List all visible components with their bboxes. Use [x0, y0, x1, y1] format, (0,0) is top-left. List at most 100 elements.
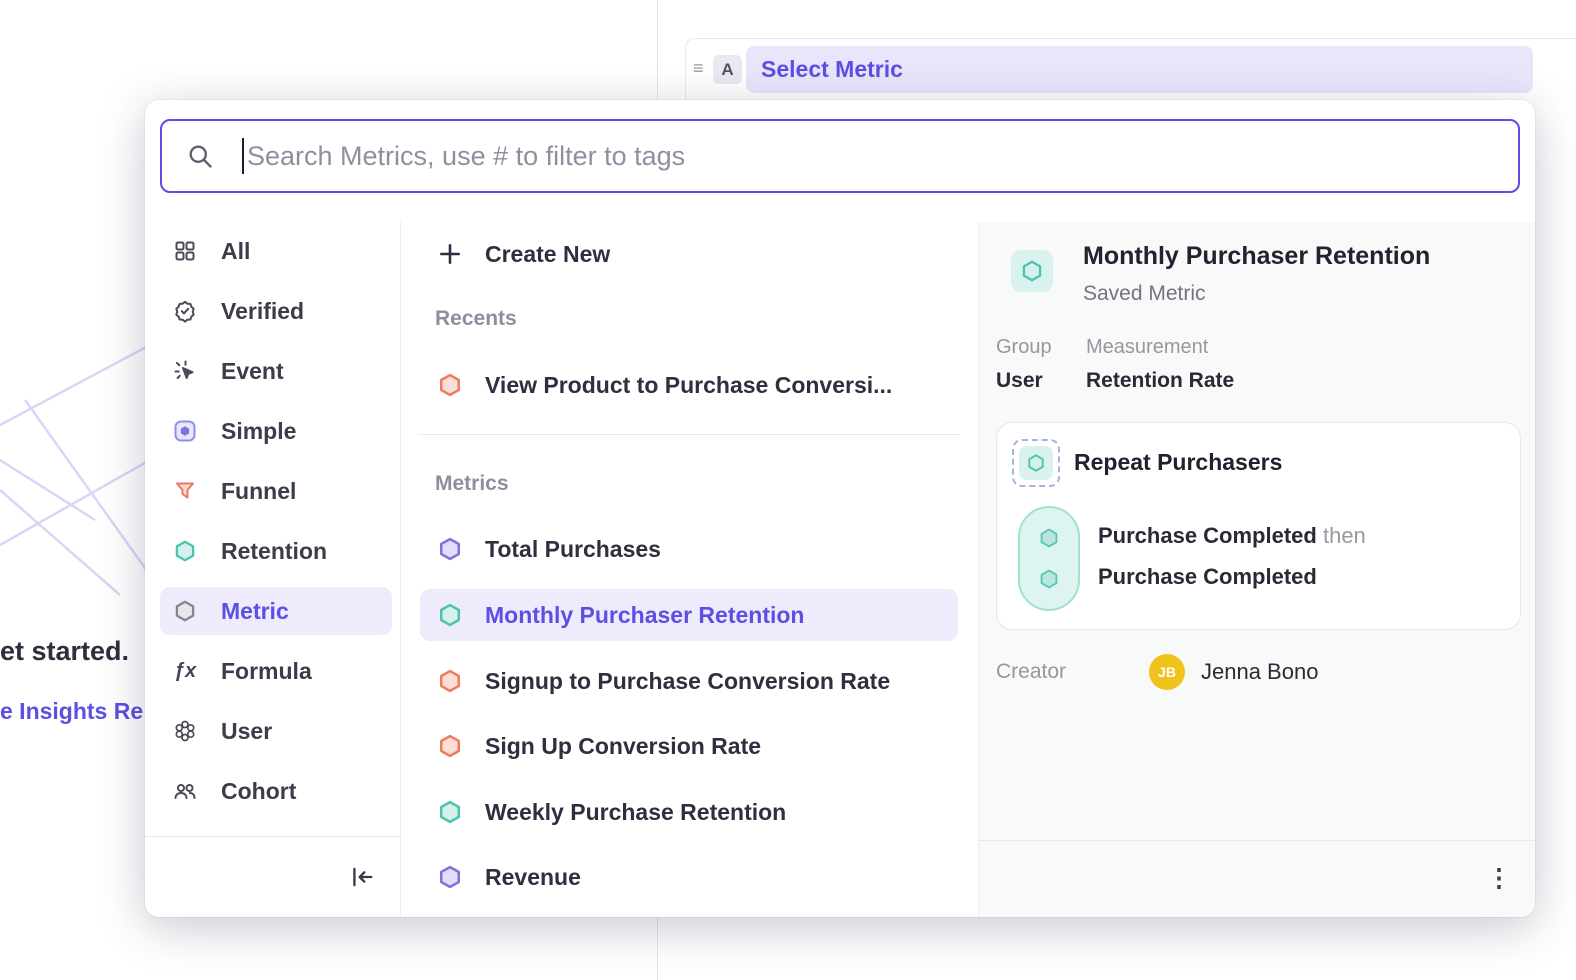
- search-input[interactable]: [247, 141, 1518, 172]
- sidebar-item-funnel[interactable]: Funnel: [160, 467, 392, 515]
- metric-detail-panel: Monthly Purchaser Retention Saved Metric…: [978, 222, 1535, 917]
- metric-row-label: Revenue: [485, 864, 581, 891]
- sidebar-item-label: All: [221, 238, 250, 265]
- simple-hexagon-icon: [437, 536, 463, 562]
- formula-icon: ƒx: [172, 658, 198, 684]
- detail-meta: Group User Measurement Retention Rate: [996, 336, 1234, 393]
- step2-event: Purchase Completed: [1098, 564, 1317, 589]
- select-metric-field[interactable]: Select Metric: [746, 46, 1533, 93]
- sidebar-item-verified[interactable]: Verified: [160, 287, 392, 335]
- metric-row-weekly-purchase-retention[interactable]: Weekly Purchase Retention: [420, 786, 958, 838]
- recents-metrics-divider: [418, 434, 960, 435]
- select-metric-label: Select Metric: [761, 56, 903, 83]
- detail-footer-divider: [979, 840, 1535, 841]
- retention-hexagon-icon: [437, 799, 463, 825]
- sidebar-item-label: Funnel: [221, 478, 296, 505]
- detail-subtitle: Saved Metric: [1083, 282, 1206, 306]
- user-flower-icon: [172, 718, 198, 744]
- metric-hexagon-icon: [172, 598, 198, 624]
- behavior-title: Repeat Purchasers: [1074, 449, 1282, 476]
- metric-row-label: Total Purchases: [485, 536, 661, 563]
- metric-row-label: Weekly Purchase Retention: [485, 799, 786, 826]
- background-heading-fragment: et started.: [0, 636, 129, 667]
- sidebar-item-label: Simple: [221, 418, 296, 445]
- recent-metric-row[interactable]: View Product to Purchase Conversi...: [420, 359, 958, 411]
- sidebar-item-formula[interactable]: ƒx Formula: [160, 647, 392, 695]
- sidebar-item-user[interactable]: User: [160, 707, 392, 755]
- metric-row-signup-conversion[interactable]: Sign Up Conversion Rate: [420, 720, 958, 772]
- collapse-arrow-icon: [348, 863, 376, 891]
- background-link-fragment[interactable]: e Insights Re: [0, 698, 143, 725]
- query-builder-card: ≡ A Select Metric: [685, 38, 1576, 100]
- detail-title: Monthly Purchaser Retention: [1083, 242, 1430, 271]
- recent-metric-label: View Product to Purchase Conversi...: [485, 372, 892, 399]
- metric-row-monthly-purchaser-retention[interactable]: Monthly Purchaser Retention: [420, 589, 958, 641]
- sidebar-item-label: Retention: [221, 538, 327, 565]
- simple-metric-icon: [172, 418, 198, 444]
- create-new-label: Create New: [485, 241, 610, 268]
- sidebar-item-event[interactable]: Event: [160, 347, 392, 395]
- sidebar-item-all[interactable]: All: [160, 227, 392, 275]
- event-cursor-icon: [172, 358, 198, 384]
- retention-hexagon-icon: [437, 602, 463, 628]
- funnel-hexagon-icon: [437, 372, 463, 398]
- sidebar-item-label: Formula: [221, 658, 312, 685]
- step-hexagon-icon: [1038, 527, 1060, 554]
- drag-handle-icon[interactable]: ≡: [693, 59, 704, 77]
- more-options-button[interactable]: ⋮: [1477, 856, 1521, 900]
- create-new-button[interactable]: Create New: [420, 228, 958, 280]
- creator-row: Creator JB Jenna Bono: [996, 652, 1516, 692]
- sidebar-item-simple[interactable]: Simple: [160, 407, 392, 455]
- metric-row-total-purchases[interactable]: Total Purchases: [420, 523, 958, 575]
- series-a-badge: A: [713, 55, 742, 84]
- simple-hexagon-icon: [437, 864, 463, 890]
- creator-label: Creator: [996, 660, 1066, 684]
- verified-badge-icon: [172, 298, 198, 324]
- metric-row-label: Signup to Purchase Conversion Rate: [485, 668, 890, 695]
- metric-row-revenue[interactable]: Revenue: [420, 851, 958, 903]
- sidebar-item-label: Cohort: [221, 778, 296, 805]
- behavior-dashed-icon: [1012, 439, 1060, 487]
- sidebar-list-divider: [400, 222, 401, 917]
- recents-header: Recents: [435, 307, 517, 331]
- sidebar-item-label: Metric: [221, 598, 289, 625]
- behavior-steps-pill: [1018, 506, 1080, 611]
- measurement-label: Measurement: [1086, 336, 1234, 359]
- group-label: Group: [996, 336, 1086, 359]
- sidebar-item-cohort[interactable]: Cohort: [160, 767, 392, 815]
- funnel-hexagon-icon: [437, 733, 463, 759]
- collapse-sidebar-button[interactable]: [343, 858, 381, 896]
- metric-row-label: Sign Up Conversion Rate: [485, 733, 761, 760]
- behavior-step-2: Purchase Completed: [1098, 564, 1317, 590]
- metric-row-signup-to-purchase[interactable]: Signup to Purchase Conversion Rate: [420, 655, 958, 707]
- behavior-step-1: Purchase Completed then: [1098, 523, 1366, 549]
- decorative-chart-lines: [0, 330, 155, 610]
- sidebar-item-retention[interactable]: Retention: [160, 527, 392, 575]
- sidebar-item-metric[interactable]: Metric: [160, 587, 392, 635]
- grid-icon: [172, 238, 198, 264]
- behavior-hexagon-icon: [1019, 446, 1053, 480]
- funnel-icon: [172, 478, 198, 504]
- search-icon: [186, 142, 214, 170]
- step-hexagon-icon: [1038, 568, 1060, 595]
- sidebar-bottom-divider: [145, 836, 400, 837]
- group-value: User: [996, 369, 1086, 393]
- cohort-people-icon: [172, 778, 198, 804]
- creator-name: Jenna Bono: [1201, 659, 1318, 685]
- metrics-header: Metrics: [435, 472, 509, 496]
- sidebar-item-label: Event: [221, 358, 284, 385]
- sidebar-item-label: Verified: [221, 298, 304, 325]
- search-box[interactable]: [160, 119, 1520, 193]
- detail-metric-hexagon-icon: [1011, 250, 1053, 292]
- filter-sidebar: All Verified Event Simple Funnel: [160, 227, 392, 827]
- funnel-hexagon-icon: [437, 668, 463, 694]
- retention-hexagon-icon: [172, 538, 198, 564]
- behavior-card: Repeat Purchasers Purchase Completed the…: [996, 422, 1521, 630]
- step-connector: then: [1323, 523, 1366, 548]
- measurement-value: Retention Rate: [1086, 369, 1234, 393]
- step1-event: Purchase Completed: [1098, 523, 1317, 548]
- metric-row-label: Monthly Purchaser Retention: [485, 602, 804, 629]
- creator-avatar: JB: [1149, 654, 1185, 690]
- metric-picker-modal: All Verified Event Simple Funnel: [145, 100, 1535, 917]
- plus-icon: [437, 241, 463, 267]
